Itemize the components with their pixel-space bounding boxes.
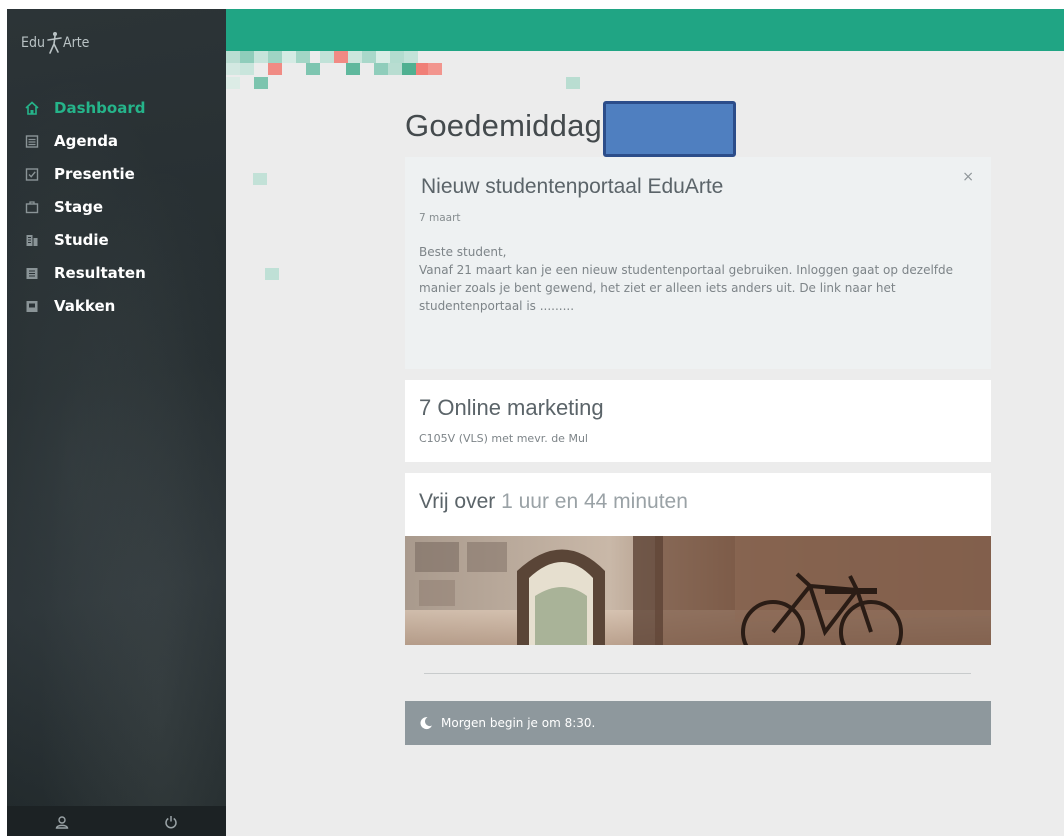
news-card: Nieuw studentenportaal EduArte × 7 maart… <box>405 157 991 369</box>
close-button[interactable]: × <box>962 169 974 185</box>
nav-label: Presentie <box>54 164 135 183</box>
sidebar: Edu Arte Dashboard Agenda Presentie Stag… <box>7 9 226 836</box>
nav-label: Resultaten <box>54 263 146 282</box>
sidebar-footer <box>7 806 226 836</box>
user-icon[interactable] <box>55 815 69 829</box>
logo-text-right: Arte <box>62 35 90 51</box>
lesson-subtitle: C105V (VLS) met mevr. de Mul <box>419 432 588 445</box>
attendance-icon <box>25 167 39 181</box>
news-title: Nieuw studentenportaal EduArte <box>421 175 724 198</box>
briefcase-icon <box>25 200 39 213</box>
news-text: Vanaf 21 maart kan je een nieuw studente… <box>419 263 954 313</box>
main-navigation: Dashboard Agenda Presentie Stage Studie … <box>25 91 146 322</box>
section-divider <box>424 673 971 674</box>
free-time-card: Vrij over 1 uur en 44 minuten <box>405 473 991 645</box>
nav-label: Vakken <box>54 296 116 315</box>
lesson-title: 7 Online marketing <box>419 395 604 420</box>
dancer-logo-icon <box>47 32 62 54</box>
nav-label: Studie <box>54 230 109 249</box>
nav-item-dashboard[interactable]: Dashboard <box>25 91 146 124</box>
nav-label: Agenda <box>54 131 119 150</box>
nav-item-presentie[interactable]: Presentie <box>25 157 146 190</box>
news-body: Beste student, Vanaf 21 maart kan je een… <box>419 243 964 315</box>
redacted-username <box>603 101 736 157</box>
eduarte-logo[interactable]: Edu Arte <box>21 31 89 55</box>
nav-item-studie[interactable]: Studie <box>25 223 146 256</box>
tomorrow-start-text: Morgen begin je om 8:30. <box>441 716 596 730</box>
lesson-card[interactable]: 7 Online marketing C105V (VLS) met mevr.… <box>405 380 991 462</box>
home-icon <box>25 100 39 115</box>
free-time-title: Vrij over 1 uur en 44 minuten <box>419 490 688 514</box>
news-salutation: Beste student, <box>419 245 507 259</box>
logo-text-left: Edu <box>21 35 45 51</box>
moon-icon <box>420 717 432 730</box>
tomorrow-start-bar: Morgen begin je om 8:30. <box>405 701 991 745</box>
top-bar <box>226 9 1064 51</box>
results-icon <box>26 267 38 279</box>
free-time-prefix: Vrij over <box>419 490 496 513</box>
study-icon <box>26 234 38 246</box>
calendar-icon <box>25 134 39 148</box>
nav-label: Stage <box>54 197 104 216</box>
nav-item-agenda[interactable]: Agenda <box>25 124 146 157</box>
nav-item-vakken[interactable]: Vakken <box>25 289 146 322</box>
greeting-heading: Goedemiddag <box>405 108 602 143</box>
free-time-duration: 1 uur en 44 minuten <box>501 490 688 513</box>
street-bicycle-photo <box>405 536 991 645</box>
nav-label: Dashboard <box>54 98 146 117</box>
nav-item-stage[interactable]: Stage <box>25 190 146 223</box>
power-icon[interactable] <box>164 815 178 829</box>
nav-item-resultaten[interactable]: Resultaten <box>25 256 146 289</box>
subjects-icon <box>26 300 38 312</box>
app-window: Edu Arte Dashboard Agenda Presentie Stag… <box>0 0 1064 836</box>
news-date: 7 maart <box>419 212 461 224</box>
